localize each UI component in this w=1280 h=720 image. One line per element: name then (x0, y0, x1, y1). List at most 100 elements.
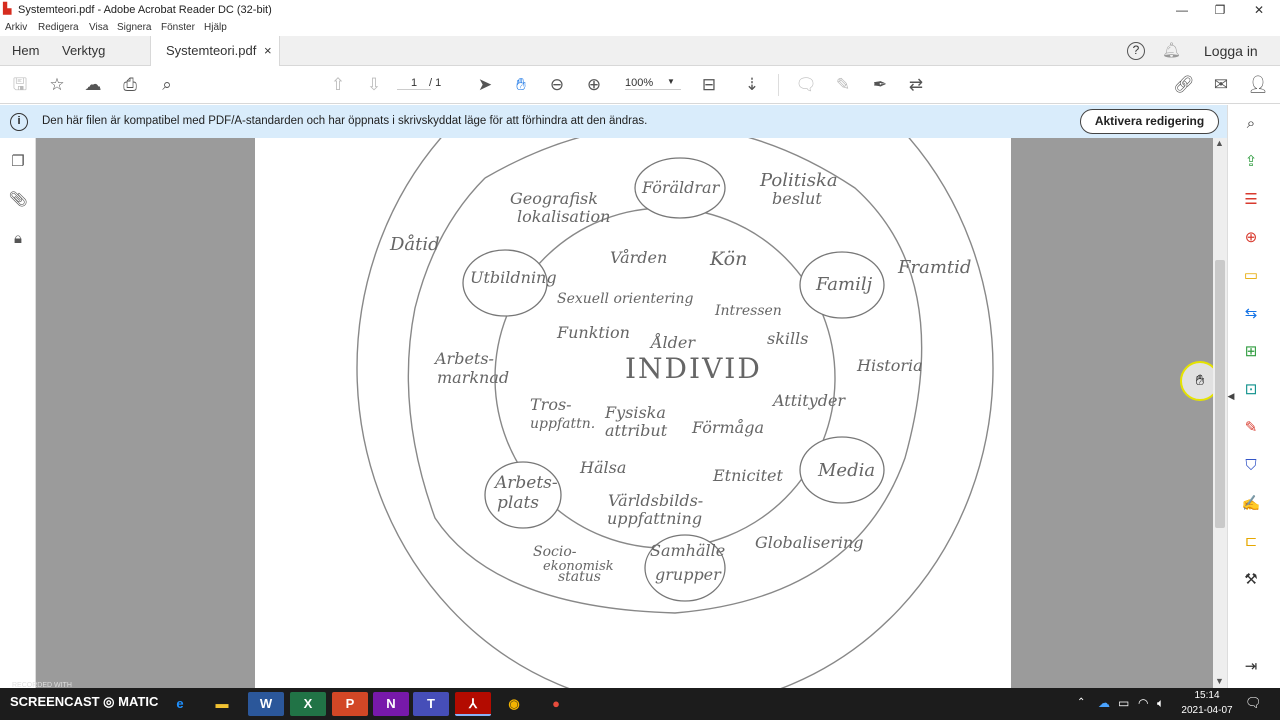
menu-arkiv[interactable]: Arkiv (5, 22, 27, 33)
comment-tool-icon[interactable]: ▭ (1240, 265, 1262, 287)
combine-files-icon[interactable]: ⇆ (1240, 303, 1262, 325)
zoom-search-icon[interactable]: ⌕ (1240, 113, 1262, 135)
screencast-watermark: SCREENCAST ◎ MATIC (10, 694, 159, 709)
zoom-select[interactable]: 100% ▼ (625, 77, 681, 90)
window-title: Systemteori.pdf - Adobe Acrobat Reader D… (18, 4, 272, 16)
label-intressen: Intressen (714, 303, 782, 319)
label-sexuell: Sexuell orientering (557, 291, 693, 307)
layers-lock-icon[interactable]: 🔒︎ (8, 230, 28, 250)
email-icon[interactable]: ✉ (1208, 72, 1234, 98)
excel-icon[interactable]: X (290, 692, 326, 716)
export-pdf-icon[interactable]: ⇪ (1240, 151, 1262, 173)
search-icon[interactable]: ⌕ (154, 72, 180, 98)
watermark-small: RECORDED WITH (12, 682, 72, 689)
expand-right-icon[interactable]: ◀ (1226, 385, 1236, 407)
share-link-icon[interactable]: 🔗︎ (1171, 72, 1197, 98)
scroll-up-icon[interactable]: ▲ (1215, 138, 1224, 148)
label-attribut: attribut (605, 421, 668, 440)
help-icon[interactable]: ? (1127, 42, 1145, 60)
clock-time[interactable]: 15:14 (1183, 690, 1231, 701)
select-tool-icon[interactable]: ➤ (472, 72, 498, 98)
close-tab-button[interactable]: × (264, 36, 272, 66)
onedrive-icon[interactable]: ☁ (1098, 696, 1110, 710)
compress-icon[interactable]: ⊞ (1240, 341, 1262, 363)
comment-icon[interactable]: 🗨︎ (793, 72, 819, 98)
prev-page-icon[interactable]: ⇧ (325, 72, 351, 98)
wifi-icon[interactable]: ◠ (1138, 696, 1148, 710)
chrome-icon[interactable]: ◉ (496, 692, 532, 716)
label-familj: Familj (815, 274, 873, 295)
highlight-icon[interactable]: ✎ (830, 72, 856, 98)
maximize-button[interactable]: ❐ (1200, 0, 1240, 20)
bell-icon[interactable]: 🔔︎ (1162, 36, 1181, 66)
edit-pdf-icon[interactable]: ✎ (1240, 417, 1262, 439)
zoom-value: 100% (625, 77, 654, 89)
fill-sign-tool-icon[interactable]: ✍ (1240, 493, 1262, 515)
more-tools-icon[interactable]: ⚒ (1240, 569, 1262, 591)
info-icon: i (10, 113, 28, 131)
label-plats: plats (497, 493, 539, 513)
label-historia: Historia (856, 356, 923, 375)
word-icon[interactable]: W (248, 692, 284, 716)
volume-icon[interactable]: 🔈︎ (1157, 696, 1164, 711)
label-skills: skills (767, 329, 808, 348)
battery-icon[interactable]: ▭ (1118, 696, 1129, 710)
enable-editing-button[interactable]: Aktivera redigering (1080, 109, 1219, 134)
login-button[interactable]: Logga in (1204, 36, 1258, 66)
zoom-in-icon[interactable]: ⊕ (581, 72, 607, 98)
organize-pages-icon[interactable]: ☰ (1240, 189, 1262, 211)
upload-cloud-icon[interactable]: ☁ (80, 72, 106, 98)
menu-hjalp[interactable]: Hjälp (204, 22, 227, 33)
menu-visa[interactable]: Visa (89, 22, 108, 33)
page-thumbnails-icon[interactable]: ❐ (8, 152, 28, 172)
scan-ocr-icon[interactable]: ⊡ (1240, 379, 1262, 401)
zoom-out-icon[interactable]: ⊖ (544, 72, 570, 98)
save-icon[interactable]: 🖫︎ (7, 72, 33, 98)
add-user-icon[interactable]: 👤︎ (1245, 72, 1271, 98)
minimize-button[interactable]: — (1162, 0, 1202, 20)
attachment-icon[interactable]: 📎︎ (8, 190, 28, 210)
send-for-review-icon[interactable]: ⊏ (1240, 531, 1262, 553)
scrollbar-thumb[interactable] (1215, 260, 1225, 528)
sign-icon[interactable]: ✒ (867, 72, 893, 98)
vertical-scrollbar[interactable]: ▲ ▼ (1213, 138, 1227, 688)
scroll-mode-icon[interactable]: ⇣ (739, 72, 765, 98)
onenote-icon[interactable]: N (373, 692, 409, 716)
screencast-app-icon[interactable]: ● (538, 692, 574, 716)
collapse-panel-icon[interactable]: ⇥ (1240, 656, 1262, 678)
clock-date[interactable]: 2021-04-07 (1177, 705, 1237, 716)
star-icon[interactable]: ☆ (44, 72, 70, 98)
print-icon[interactable]: ⎙ (117, 72, 143, 98)
label-status: status (558, 569, 601, 585)
label-funktion: Funktion (556, 323, 630, 342)
hand-tool-icon[interactable]: ✋︎ (508, 72, 534, 98)
close-window-button[interactable]: ✕ (1239, 0, 1279, 20)
tab-document[interactable]: Systemteori.pdf × (150, 36, 280, 67)
scroll-down-icon[interactable]: ▼ (1215, 676, 1224, 686)
tab-tools[interactable]: Verktyg (62, 36, 105, 66)
file-explorer-icon[interactable]: ▬ (204, 692, 240, 716)
next-page-icon[interactable]: ⇩ (361, 72, 387, 98)
protect-icon[interactable]: ⛉ (1240, 455, 1262, 477)
menu-signera[interactable]: Signera (117, 22, 151, 33)
tab-bar: Hem Verktyg Systemteori.pdf × ? 🔔︎ Logga… (0, 36, 1280, 67)
create-pdf-icon[interactable]: ⊕ (1240, 227, 1262, 249)
menu-fonster[interactable]: Fönster (161, 22, 195, 33)
tray-chevron-icon[interactable]: ⌃ (1077, 697, 1085, 708)
edge-icon[interactable]: e (162, 692, 198, 716)
notifications-icon[interactable]: 🗨︎ (1245, 695, 1262, 711)
label-politiska: Politiska (759, 170, 838, 191)
label-socio: Socio- (533, 544, 577, 560)
systemteori-diagram: INDIVID Vården Kön Sexuell orientering I… (356, 27, 994, 709)
acrobat-taskbar-icon[interactable]: ⅄ (455, 692, 491, 716)
menu-bar: Arkiv Redigera Visa Signera Fönster Hjäl… (0, 20, 1280, 36)
menu-redigera[interactable]: Redigera (38, 22, 79, 33)
acrobat-icon: ▙ (3, 3, 12, 15)
fill-sign-icon[interactable]: ⇄ (903, 72, 929, 98)
tab-home[interactable]: Hem (12, 36, 39, 66)
fit-page-icon[interactable]: ⊟ (696, 72, 722, 98)
label-alder: Ålder (649, 332, 696, 352)
teams-icon[interactable]: T (413, 692, 449, 716)
powerpoint-icon[interactable]: P (332, 692, 368, 716)
page-number-input[interactable]: 1 (397, 77, 431, 90)
